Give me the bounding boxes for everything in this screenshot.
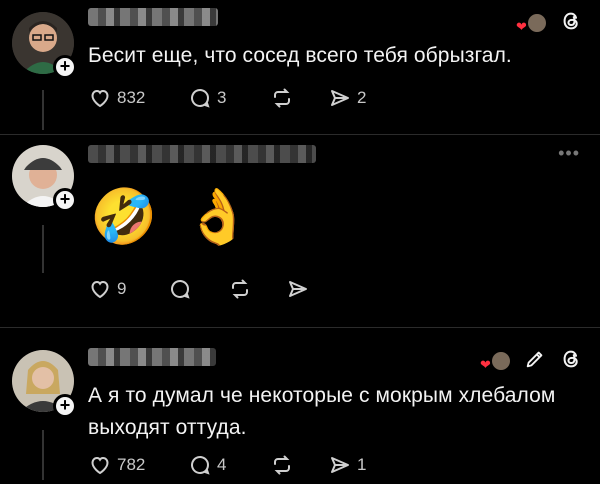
liked-by-avatar[interactable]: ❤	[516, 11, 548, 36]
share-button[interactable]	[286, 277, 310, 301]
heart-outline-icon	[91, 89, 109, 108]
threads-logo-icon[interactable]	[560, 348, 582, 375]
reply-button[interactable]: 4	[188, 453, 226, 477]
thread-line	[42, 90, 44, 130]
follow-plus-button[interactable]: +	[53, 188, 77, 212]
like-button[interactable]: 832	[88, 86, 145, 110]
repost-button[interactable]	[270, 86, 294, 110]
repost-button[interactable]	[270, 453, 294, 477]
heart-outline-icon	[91, 456, 109, 475]
like-count: 9	[117, 279, 127, 298]
follow-plus-button[interactable]: +	[53, 394, 77, 418]
liked-by-avatar[interactable]: ❤	[480, 349, 512, 374]
follow-plus-button[interactable]: +	[53, 55, 77, 79]
post-text-line-1: А я то думал че некоторые с мокрым хлеба…	[88, 384, 556, 407]
like-count: 832	[117, 88, 146, 107]
heart-outline-icon	[91, 280, 109, 299]
emoji-content: 🤣 👌	[90, 187, 258, 247]
post-text-line-2: выходят оттуда.	[88, 416, 247, 439]
share-count: 2	[357, 88, 367, 107]
post-2: + ••• 🤣 👌 9	[0, 135, 600, 327]
reply-count: 3	[217, 88, 227, 107]
more-dots-icon[interactable]: •••	[558, 143, 580, 164]
send-icon	[289, 281, 307, 297]
repost-icon	[274, 455, 290, 475]
share-button[interactable]: 2	[328, 86, 366, 110]
reply-button[interactable]: 3	[188, 86, 226, 110]
like-button[interactable]: 9	[88, 277, 126, 301]
threads-logo-icon[interactable]	[560, 10, 582, 37]
repost-icon	[274, 88, 290, 108]
repost-button[interactable]	[228, 277, 252, 301]
comment-icon	[191, 456, 210, 475]
repost-icon	[232, 279, 248, 299]
send-icon	[331, 90, 349, 106]
post-1: + ❤ Бесит еще, что сосед всего тебя обры…	[0, 0, 600, 135]
share-count: 1	[357, 455, 367, 474]
comment-icon	[191, 89, 210, 108]
send-icon	[331, 457, 349, 473]
thread-line	[42, 225, 44, 273]
username-blurred[interactable]	[88, 145, 316, 163]
comment-icon	[171, 280, 190, 299]
username-blurred[interactable]	[88, 348, 216, 366]
reply-count: 4	[217, 455, 227, 474]
share-button[interactable]: 1	[328, 453, 366, 477]
username-blurred[interactable]	[88, 8, 218, 26]
post-3: + ❤ А я то думал че некоторые с мокрым х…	[0, 328, 600, 484]
post-text: Бесит еще, что сосед всего тебя обрызгал…	[88, 44, 512, 67]
reply-button[interactable]	[168, 277, 192, 301]
like-count: 782	[117, 455, 146, 474]
thread-line	[42, 430, 44, 480]
pencil-icon[interactable]	[524, 348, 546, 375]
like-button[interactable]: 782	[88, 453, 145, 477]
